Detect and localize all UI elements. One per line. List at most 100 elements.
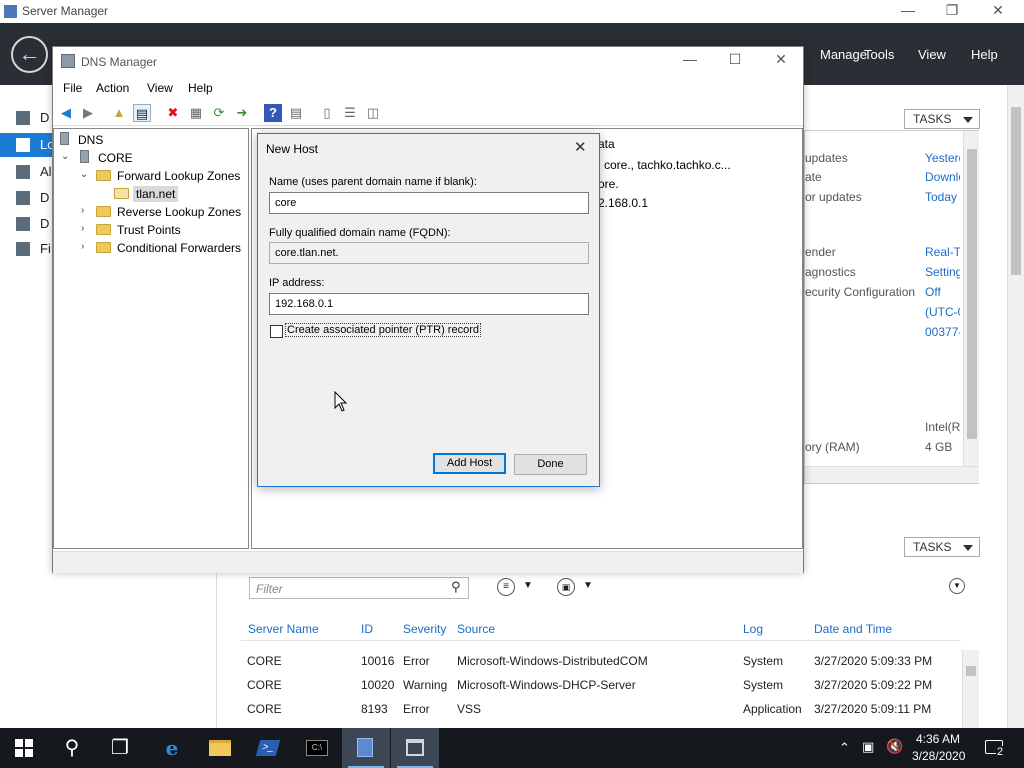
tree-node-core[interactable]: CORE xyxy=(98,151,133,165)
tree-node-reverse-lookup[interactable]: Reverse Lookup Zones xyxy=(117,205,241,219)
collapse-icon[interactable]: ⌄ xyxy=(80,169,88,180)
page-scrollbar[interactable] xyxy=(1007,85,1024,728)
menu-help[interactable]: Help xyxy=(971,47,998,62)
menu-file[interactable]: File xyxy=(63,81,82,95)
clock-date[interactable]: 3/28/2020 xyxy=(912,749,965,763)
property-value[interactable]: 00377- xyxy=(925,325,960,339)
tree-node-conditional-forwarders[interactable]: Conditional Forwarders xyxy=(117,241,241,255)
property-value[interactable]: Off xyxy=(925,285,941,299)
action-pane-icon[interactable]: ▤ xyxy=(287,104,305,122)
export-list-icon[interactable]: ➜ xyxy=(233,104,251,122)
close-icon[interactable]: ✕ xyxy=(574,138,587,156)
show-hide-tree-icon[interactable]: ▤ xyxy=(133,104,151,122)
column-date-time[interactable]: Date and Time xyxy=(814,622,892,636)
dns-manager-taskbar-icon[interactable] xyxy=(391,728,439,768)
events-scrollbar[interactable] xyxy=(962,650,979,728)
record-data[interactable]: ore. xyxy=(598,177,619,191)
tree-node-dns[interactable]: DNS xyxy=(78,133,103,147)
show-hidden-icons[interactable]: ⌃ xyxy=(839,740,850,756)
maximize-icon[interactable]: ☐ xyxy=(715,51,755,68)
property-value[interactable]: Yesterd xyxy=(925,151,960,165)
powershell-icon[interactable]: >_ xyxy=(244,728,292,768)
column-source[interactable]: Source xyxy=(457,622,495,636)
search-icon[interactable]: ⚲ xyxy=(48,728,96,768)
events-tasks-button[interactable]: TASKS xyxy=(904,537,980,557)
menu-view[interactable]: View xyxy=(147,81,173,95)
server-manager-titlebar: Server Manager — ❐ ✕ xyxy=(0,0,1024,23)
internet-explorer-icon[interactable]: e xyxy=(148,728,196,768)
network-icon[interactable]: ▣ xyxy=(862,739,874,755)
property-value[interactable]: Real-Ti xyxy=(925,245,960,259)
tree-node-forward-lookup[interactable]: Forward Lookup Zones xyxy=(117,169,240,183)
server-manager-taskbar-icon[interactable] xyxy=(342,728,390,768)
menu-help[interactable]: Help xyxy=(188,81,213,95)
back-arrow-icon[interactable]: ← xyxy=(11,36,48,73)
start-button[interactable] xyxy=(0,728,48,768)
chevron-down-icon[interactable]: ▼ xyxy=(523,580,533,591)
property-value[interactable]: Downlo xyxy=(925,170,960,184)
record-data[interactable]: 2.168.0.1 xyxy=(598,196,648,210)
file-explorer-icon[interactable] xyxy=(196,728,244,768)
minimize-icon[interactable]: — xyxy=(888,2,928,18)
search-icon[interactable]: ⚲ xyxy=(451,579,461,595)
page-scrollbar-thumb[interactable] xyxy=(1011,107,1021,275)
back-icon[interactable]: ◀ xyxy=(57,104,75,122)
server-manager-glyph xyxy=(357,738,373,757)
records-icon[interactable]: ◫ xyxy=(364,104,382,122)
column-log[interactable]: Log xyxy=(743,622,763,636)
property-value[interactable]: Today a xyxy=(925,190,960,204)
ptr-record-checkbox[interactable] xyxy=(270,325,283,338)
properties-icon[interactable]: ▦ xyxy=(187,104,205,122)
command-prompt-icon[interactable]: C:\ xyxy=(293,728,341,768)
done-button[interactable]: Done xyxy=(514,454,587,475)
column-data[interactable]: ata xyxy=(598,137,615,151)
menu-tools[interactable]: Tools xyxy=(864,47,894,62)
list-icon[interactable]: ☰ xyxy=(341,104,359,122)
add-host-button[interactable]: Add Host xyxy=(433,453,506,474)
property-value[interactable]: (UTC-0 xyxy=(925,305,960,319)
tree-node-tlan-net[interactable]: tlan.net xyxy=(133,186,179,202)
list-options-icon[interactable]: ≡ xyxy=(497,578,515,596)
chevron-down-icon[interactable]: ▼ xyxy=(583,580,593,591)
task-view-icon[interactable]: ❐ xyxy=(96,728,144,768)
name-input[interactable]: core xyxy=(269,192,589,214)
expand-circle-icon[interactable]: ▼ xyxy=(949,578,965,594)
property-value[interactable]: Setting xyxy=(925,265,960,279)
events-filter-input[interactable]: Filter xyxy=(249,577,469,599)
ip-address-input[interactable]: 192.168.0.1 xyxy=(269,293,589,315)
ptr-record-label[interactable]: Create associated pointer (PTR) record xyxy=(285,323,481,337)
column-severity[interactable]: Severity xyxy=(403,622,446,636)
minimize-icon[interactable]: — xyxy=(670,51,710,67)
close-icon[interactable]: ✕ xyxy=(761,51,801,68)
scrollbar-thumb[interactable] xyxy=(967,149,977,439)
clock-time[interactable]: 4:36 AM xyxy=(916,732,960,746)
menu-action[interactable]: Action xyxy=(96,81,129,95)
forward-icon[interactable]: ▶ xyxy=(79,104,97,122)
table-row[interactable]: CORE 8193 Error VSS Application 3/27/202… xyxy=(241,702,961,722)
expand-icon[interactable]: › xyxy=(81,241,84,252)
expand-icon[interactable]: › xyxy=(81,205,84,216)
tree-node-trust-points[interactable]: Trust Points xyxy=(117,223,181,237)
properties-scrollbar[interactable] xyxy=(963,131,979,466)
close-icon[interactable]: ✕ xyxy=(978,2,1018,19)
table-row[interactable]: CORE 10020 Warning Microsoft-Windows-DHC… xyxy=(241,678,961,698)
refresh-icon[interactable]: ⟳ xyxy=(210,104,228,122)
column-server-name[interactable]: Server Name xyxy=(248,622,319,636)
help-icon[interactable]: ? xyxy=(264,104,282,122)
restore-icon[interactable]: ❐ xyxy=(932,2,972,19)
menu-manage[interactable]: Manage xyxy=(820,47,867,62)
properties-tasks-button[interactable]: TASKS xyxy=(904,109,980,129)
up-folder-icon[interactable]: ▲ xyxy=(110,104,128,122)
column-id[interactable]: ID xyxy=(361,622,373,636)
delete-icon[interactable]: ✖ xyxy=(164,104,182,122)
scrollbar-thumb[interactable] xyxy=(966,666,976,676)
collapse-icon[interactable]: ⌄ xyxy=(61,151,69,162)
expand-icon[interactable]: › xyxy=(81,223,84,234)
table-row[interactable]: CORE 10016 Error Microsoft-Windows-Distr… xyxy=(241,654,961,674)
save-query-icon[interactable]: ▣ xyxy=(557,578,575,596)
volume-icon[interactable]: 🔇 xyxy=(886,738,903,755)
menu-view[interactable]: View xyxy=(918,47,946,62)
record-data[interactable]: ], core., tachko.tachko.c... xyxy=(594,158,731,172)
server-icon[interactable]: ▯ xyxy=(318,104,336,122)
properties-hscrollbar[interactable] xyxy=(805,466,979,483)
